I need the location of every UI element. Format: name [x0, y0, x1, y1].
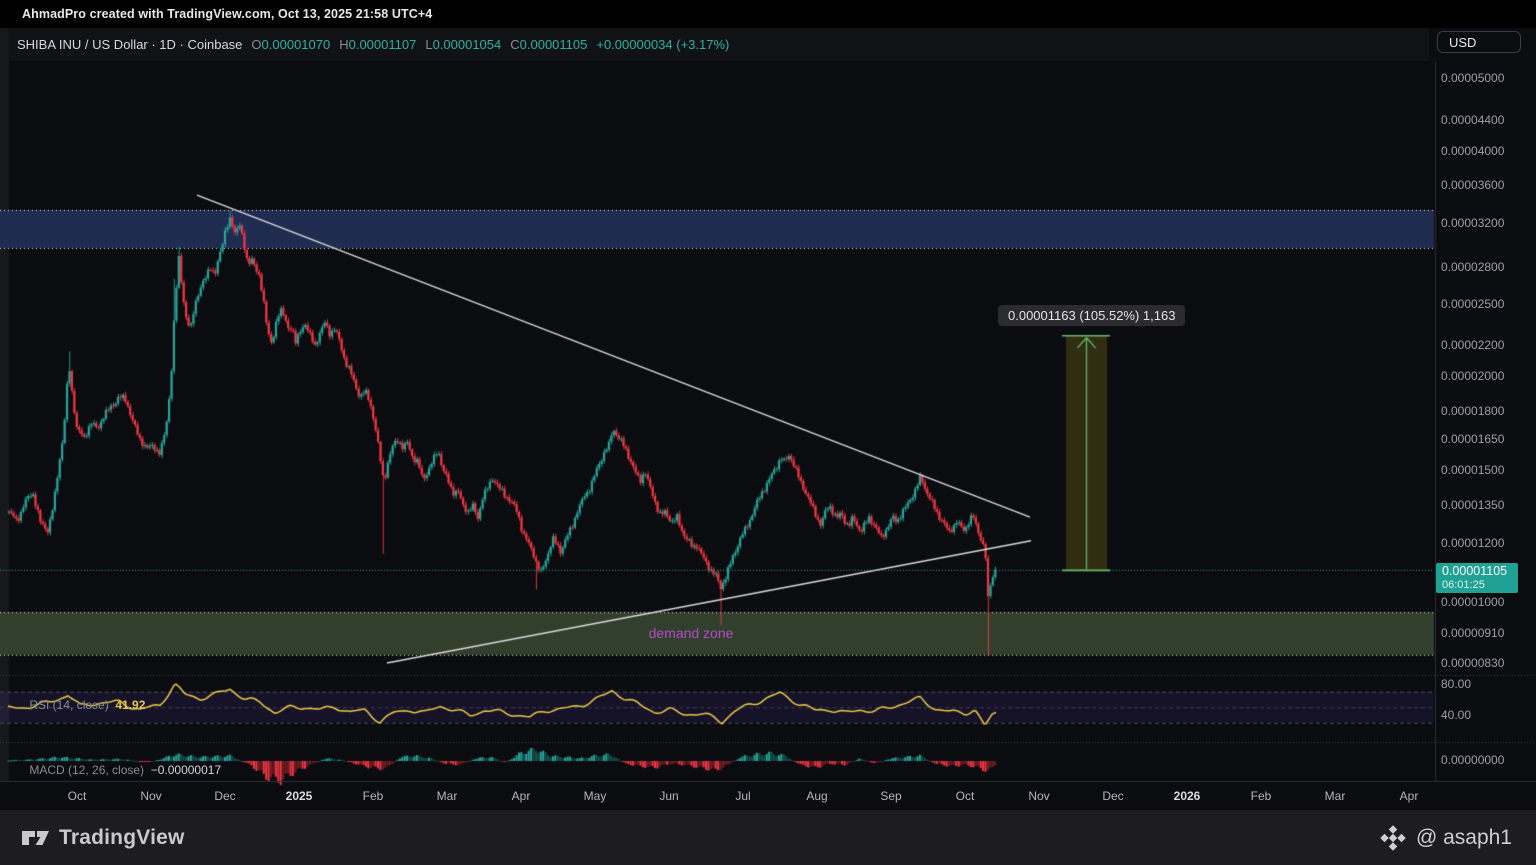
tradingview-brand[interactable]: TradingView [20, 825, 185, 851]
macd-label: MACD (12, 26, close) [29, 763, 145, 777]
price-axis-tick: 0.00001200 [1441, 535, 1505, 550]
time-axis-label: Jul [735, 789, 751, 803]
bar-countdown: 06:01:25 [1442, 578, 1485, 591]
time-axis-label: Sep [880, 789, 902, 803]
rsi-legend[interactable]: RSI (14, close) 41.92 [16, 684, 145, 726]
price-axis-tick: 0.00001500 [1441, 463, 1505, 478]
time-axis-label: Mar [1324, 789, 1346, 803]
close-value: 0.00001105 [519, 37, 588, 52]
footer-bar: TradingView @ asaph1 [0, 810, 1536, 865]
price-axis-tick: 0.00005000 [1441, 71, 1505, 85]
author-handle-text: @ asaph1 [1415, 825, 1512, 849]
price-axis-tick: 0.00002200 [1441, 338, 1505, 353]
rsi-axis-tick: 40.00 [1441, 708, 1472, 722]
time-axis-label: 2025 [285, 789, 313, 803]
rsi-label: RSI (14, close) [29, 698, 109, 712]
tradingview-chart-window: AhmadPro created with TradingView.com, O… [0, 0, 1536, 865]
price-axis-tick: 0.00001800 [1441, 403, 1505, 418]
time-axis-label: Mar [436, 789, 458, 803]
attribution-bar: AhmadPro created with TradingView.com, O… [0, 0, 1536, 28]
time-axis-label: Jun [659, 789, 679, 803]
price-axis-tick: 0.00002500 [1441, 296, 1505, 311]
time-axis-label: Aug [806, 789, 828, 803]
price-range-measure-label[interactable]: 0.00001163 (105.52%) 1,163 [998, 305, 1186, 326]
time-axis[interactable]: Oct Nov Dec 2025 Feb Mar Apr May Jun Jul Aug Sep Oct… [0, 782, 1536, 809]
time-axis-label: Oct [67, 789, 87, 803]
close-label: C [510, 37, 520, 52]
price-axis-tick: 0.00004400 [1441, 112, 1505, 127]
price-axis-tick: 0.00003600 [1441, 178, 1505, 192]
price-axis-tick: 0.00001650 [1441, 432, 1505, 447]
time-axis-label: Dec [1102, 789, 1124, 803]
last-price-value: 0.00001105 [1442, 564, 1508, 578]
time-axis-label: Apr [1399, 789, 1419, 803]
price-axis-tick: 0.00000830 [1441, 656, 1505, 670]
last-price-label: 0.00001105 06:01:25 [1436, 563, 1518, 593]
macd-legend[interactable]: MACD (12, 26, close) −0.00000017 [16, 749, 221, 791]
high-label: H [339, 37, 349, 52]
time-axis-label: Dec [214, 789, 236, 803]
tradingview-logo-icon [20, 825, 50, 851]
symbol-toolbar: SHIBA INU / US Dollar · 1D · Coinbase O0… [9, 28, 1429, 61]
attribution-text: AhmadPro created with TradingView.com, O… [22, 7, 433, 21]
time-axis-label: Feb [1250, 789, 1272, 803]
diamonds-icon [1380, 824, 1416, 851]
time-axis-label: Nov [140, 789, 162, 803]
high-value: 0.00001107 [348, 37, 417, 52]
demand-zone-label[interactable]: demand zone [649, 625, 734, 641]
price-axis-tick: 0.00001000 [1441, 595, 1505, 610]
macd-value: −0.00000017 [150, 763, 222, 777]
brand-name: TradingView [59, 825, 185, 849]
rsi-value: 41.92 [115, 698, 146, 712]
rsi-axis-tick: 80.00 [1441, 677, 1472, 691]
price-axis-tick: 0.00002800 [1441, 259, 1505, 274]
symbol-title[interactable]: SHIBA INU / US Dollar · 1D · Coinbase [17, 37, 242, 52]
currency-toggle-button[interactable]: USD [1437, 31, 1521, 53]
open-value: 0.00001070 [261, 37, 331, 52]
author-handle[interactable]: @ asaph1 [1380, 824, 1512, 851]
low-value: 0.00001054 [432, 37, 502, 52]
time-axis-label: 2026 [1173, 789, 1201, 803]
time-axis-label: Feb [362, 789, 384, 803]
time-axis-label: Oct [955, 789, 975, 803]
price-axis-tick: 0.00003200 [1441, 216, 1505, 231]
price-axis-tick: 0.00001350 [1441, 497, 1505, 512]
time-axis-label: May [583, 789, 607, 803]
low-label: L [425, 37, 433, 52]
time-axis-label: Apr [511, 789, 531, 803]
price-axis-tick: 0.00000910 [1441, 626, 1505, 641]
macd-axis-tick: 0.00000000 [1441, 753, 1505, 767]
daily-change: +0.00000034 (+3.17%) [596, 37, 730, 52]
chart-canvas[interactable] [0, 0, 1536, 810]
time-axis-label: Nov [1028, 789, 1050, 803]
open-label: O [251, 37, 262, 52]
price-axis-tick: 0.00004000 [1441, 143, 1505, 158]
price-axis-tick: 0.00002000 [1441, 369, 1505, 384]
